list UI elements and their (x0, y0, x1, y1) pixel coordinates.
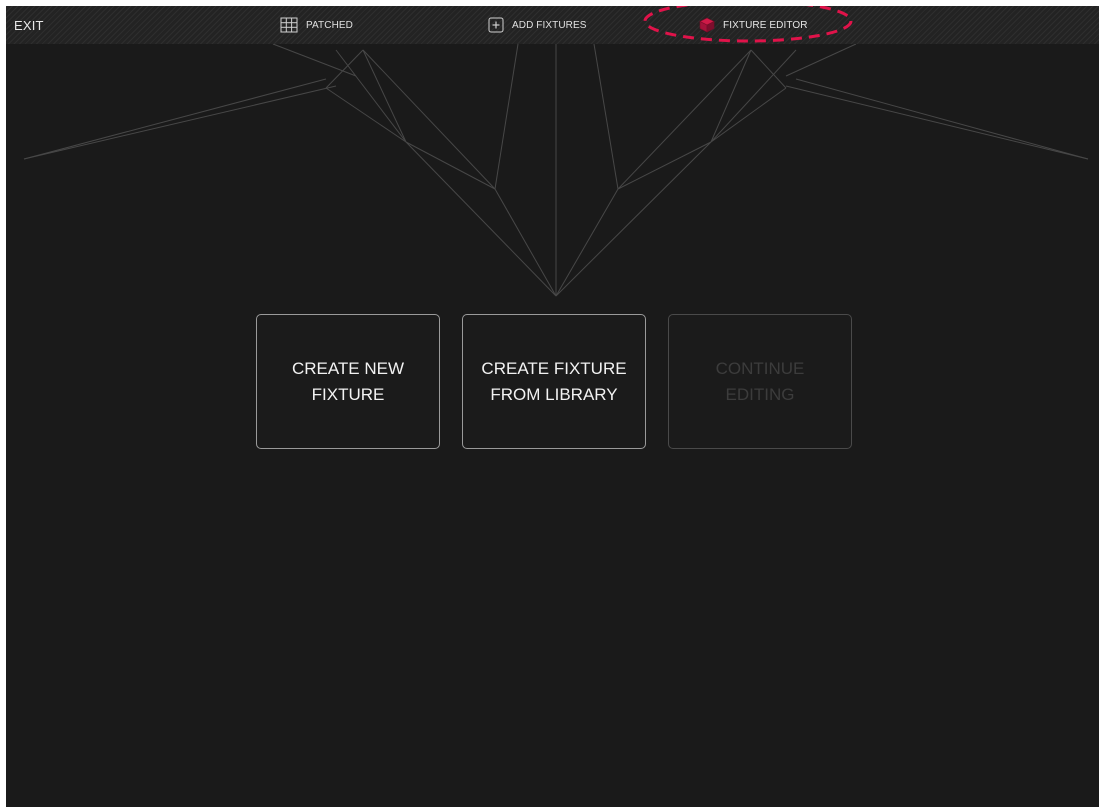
continue-editing-label: CONTINUE EDITING (715, 358, 805, 404)
tab-patched-label: PATCHED (306, 19, 353, 31)
cube-icon (699, 17, 715, 33)
top-navigation-bar: EXIT PATCHED ADD FIXTURES FIXTURE EDITOR (6, 6, 1099, 44)
continue-editing-button[interactable]: CONTINUE EDITING (668, 314, 852, 449)
create-new-fixture-button[interactable]: CREATE NEW FIXTURE (256, 314, 440, 449)
exit-button[interactable]: EXIT (14, 18, 44, 33)
grid-icon (280, 17, 298, 33)
tab-add-fixtures[interactable]: ADD FIXTURES (488, 15, 587, 35)
create-fixture-from-library-label: CREATE FIXTURE FROM LIBRARY (481, 358, 627, 404)
plus-box-icon (488, 17, 504, 33)
create-new-fixture-label: CREATE NEW FIXTURE (291, 358, 405, 404)
tab-fixture-editor[interactable]: FIXTURE EDITOR (699, 15, 808, 35)
tab-patched[interactable]: PATCHED (280, 15, 353, 35)
tab-add-fixtures-label: ADD FIXTURES (512, 19, 587, 31)
tab-fixture-editor-label: FIXTURE EDITOR (723, 19, 808, 31)
fixture-editor-screen: EXIT PATCHED ADD FIXTURES FIXTURE EDITOR… (6, 6, 1099, 807)
create-fixture-from-library-button[interactable]: CREATE FIXTURE FROM LIBRARY (462, 314, 646, 449)
